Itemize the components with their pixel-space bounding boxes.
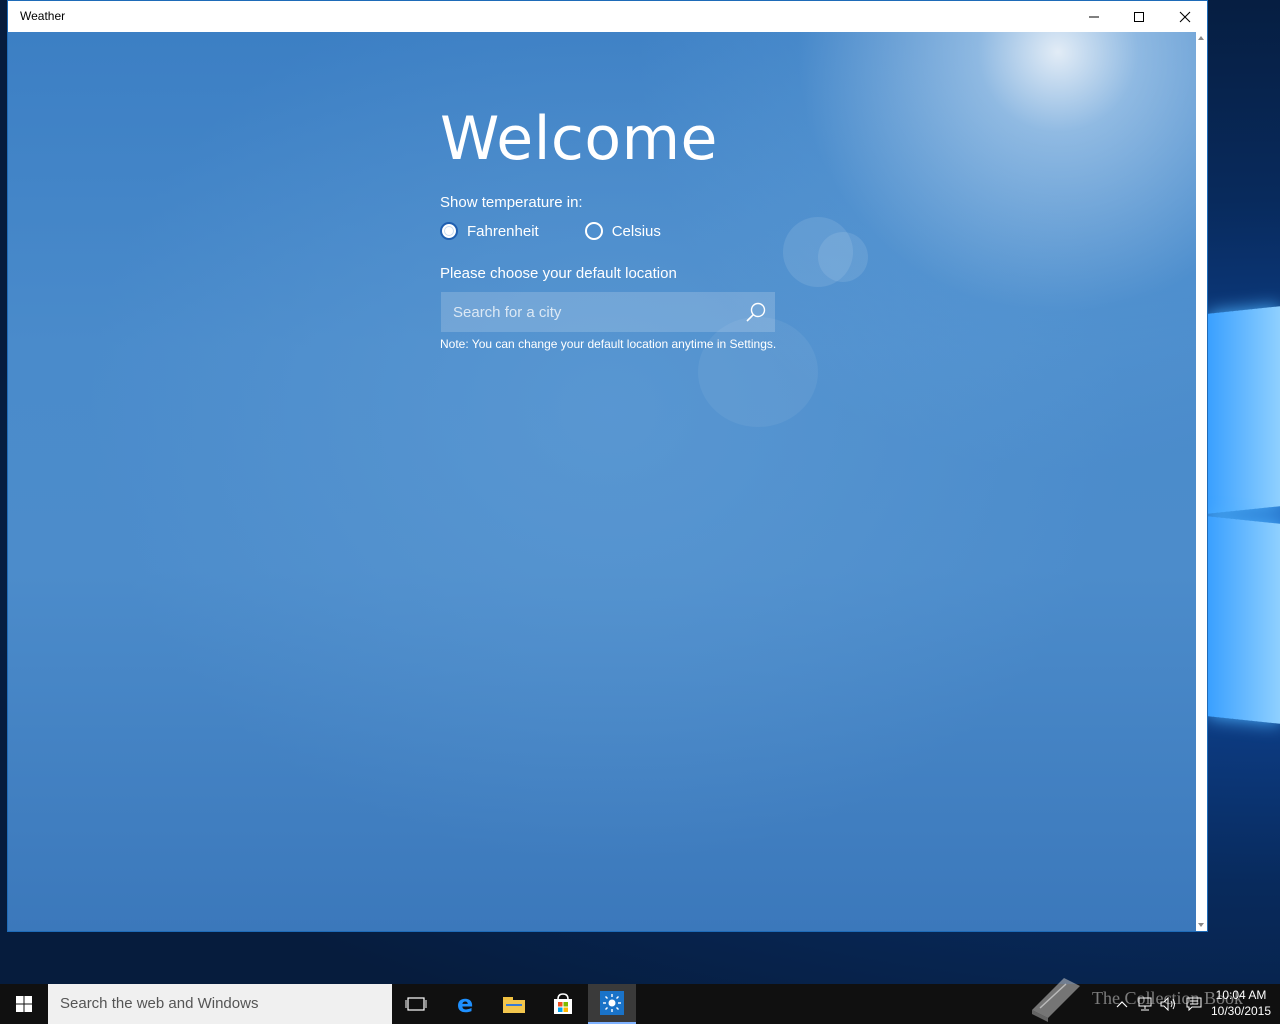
vertical-scrollbar[interactable]	[1196, 32, 1207, 931]
fahrenheit-radio[interactable]: Fahrenheit	[440, 222, 539, 240]
maximize-button[interactable]	[1116, 1, 1162, 32]
watermark: The Collection Book	[1028, 974, 1280, 1024]
window-title: Weather	[20, 9, 66, 23]
weather-button[interactable]	[588, 984, 636, 1024]
svg-text:e: e	[457, 993, 473, 1015]
celsius-label: Celsius	[611, 222, 661, 240]
windows-logo-wallpaper	[1208, 280, 1280, 740]
fahrenheit-label: Fahrenheit	[467, 222, 539, 240]
book-icon	[1032, 978, 1080, 1022]
start-button[interactable]	[0, 984, 48, 1024]
scroll-down-arrow-icon[interactable]	[1198, 923, 1204, 927]
temperature-label: Show temperature in:	[440, 194, 583, 211]
weather-window: Weather Welcome Show temperature in: Fah…	[7, 0, 1208, 932]
location-label: Please choose your default location	[440, 265, 677, 282]
weather-icon	[600, 991, 624, 1015]
watermark-text: The Collection Book	[1092, 988, 1243, 1008]
title-bar[interactable]: Weather	[8, 1, 1207, 32]
task-view-button[interactable]	[392, 984, 440, 1024]
minimize-button[interactable]	[1071, 1, 1117, 32]
file-explorer-button[interactable]	[490, 984, 538, 1024]
location-note: Note: You can change your default locati…	[440, 337, 777, 351]
close-icon	[1179, 11, 1191, 22]
search-icon[interactable]	[745, 301, 767, 323]
welcome-section: Welcome	[440, 106, 718, 172]
scroll-up-arrow-icon[interactable]	[1198, 36, 1204, 40]
maximize-icon	[1134, 11, 1144, 22]
city-search-box	[441, 292, 775, 332]
lens-flare	[698, 317, 818, 427]
minimize-icon	[1089, 16, 1099, 17]
edge-icon: e	[457, 993, 473, 1015]
store-button[interactable]	[539, 984, 587, 1024]
radio-checked-icon	[440, 222, 458, 240]
temperature-unit-group: Fahrenheit Celsius	[440, 222, 661, 240]
edge-button[interactable]: e	[442, 984, 490, 1024]
city-search-input[interactable]	[441, 292, 755, 332]
radio-unchecked-icon	[584, 222, 603, 240]
taskbar-search-placeholder: Search the web and Windows	[60, 995, 259, 1012]
close-button[interactable]	[1162, 1, 1208, 32]
app-content: Welcome Show temperature in: Fahrenheit …	[8, 32, 1196, 931]
task-view-icon	[405, 997, 427, 1011]
celsius-radio[interactable]: Celsius	[584, 222, 661, 240]
lens-flare	[818, 232, 868, 282]
taskbar-search-box[interactable]: Search the web and Windows	[48, 984, 392, 1024]
file-explorer-icon	[503, 997, 525, 1013]
welcome-heading: Welcome	[440, 104, 718, 174]
windows-start-icon	[16, 996, 32, 1012]
store-icon	[554, 993, 572, 1014]
